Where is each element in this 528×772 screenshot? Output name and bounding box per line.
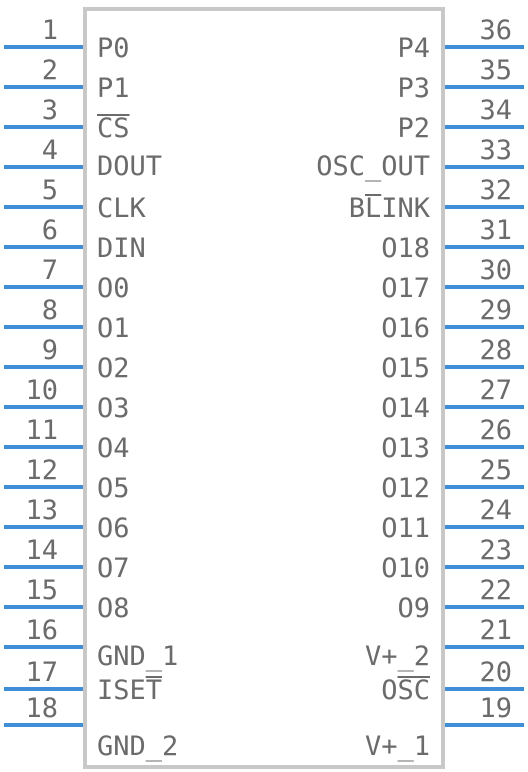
pin-number: 36: [479, 15, 512, 46]
pin-label: ISET: [97, 675, 162, 706]
pin-label: V+_1: [365, 731, 430, 762]
pin-number: 10: [25, 375, 58, 406]
pin-label: P4: [397, 33, 430, 64]
pin-number: 35: [479, 55, 512, 86]
pin-label: O5: [97, 473, 130, 504]
pin-label: O2: [97, 353, 130, 384]
pin-number: 23: [479, 535, 512, 566]
pin-label: CS: [97, 113, 130, 144]
pin-label: O1: [97, 313, 130, 344]
pin-label: DOUT: [97, 151, 162, 182]
pin-label: P1: [97, 73, 130, 104]
pin-number: 27: [479, 375, 512, 406]
pin-label: P3: [397, 73, 430, 104]
pin-number: 25: [479, 455, 512, 486]
pin-label: OSC_OUT: [316, 151, 430, 182]
pin-number: 31: [479, 215, 512, 246]
pin-number: 32: [479, 175, 512, 206]
pin-number: 2: [42, 55, 58, 86]
pin-label: CLK: [97, 193, 147, 224]
pin-label: O9: [397, 593, 430, 624]
pin-label: O8: [97, 593, 130, 624]
pin-number: 15: [25, 575, 58, 606]
pin-5: 5 CLK: [4, 175, 147, 224]
pin-label: O15: [381, 353, 430, 384]
pin-label: O12: [381, 473, 430, 504]
pin-label: O4: [97, 433, 130, 464]
pin-label: O13: [381, 433, 430, 464]
pin-number: 8: [42, 295, 58, 326]
pin-number: 12: [25, 455, 58, 486]
pin-number: 18: [25, 693, 58, 724]
pin-number: 21: [479, 615, 512, 646]
pin-number: 3: [42, 95, 58, 126]
pin-label: O14: [381, 393, 430, 424]
pin-label: O0: [97, 273, 130, 304]
pin-label: O3: [97, 393, 130, 424]
pin-number: 14: [25, 535, 58, 566]
pin-number: 11: [25, 415, 58, 446]
right-pin-group: 36 P4 35 P3 34 P2 33 OSC_OUT 32 BLINK 31 O18 30 O17 29…: [316, 15, 524, 762]
pin-label: O6: [97, 513, 130, 544]
pin-number: 33: [479, 135, 512, 166]
pin-label: OSC: [381, 675, 430, 706]
pin-label: GND_2: [97, 731, 178, 762]
pin-label: P2: [397, 113, 430, 144]
pin-number: 7: [42, 255, 58, 286]
pin-label: O7: [97, 553, 130, 584]
pin-number: 22: [479, 575, 512, 606]
ic-schematic-symbol: 1 P0 2 P1 3 CS 4 DOUT 5 CLK 6 DIN 7 O0 8 O1 9 O2 10 O3 11 O4 1…: [4, 7, 524, 769]
pin-number: 34: [479, 95, 512, 126]
pin-label: P0: [97, 33, 130, 64]
pin-number: 9: [42, 335, 58, 366]
pin-label: O18: [381, 233, 430, 264]
pin-number: 24: [479, 495, 512, 526]
pin-number: 29: [479, 295, 512, 326]
pin-label: O10: [381, 553, 430, 584]
left-pin-group: 1 P0 2 P1 3 CS 4 DOUT 5 CLK 6 DIN 7 O0 8 O1 9 O2 10 O3 11 O4 1…: [4, 15, 178, 762]
pin-number: 1: [42, 15, 58, 46]
pin-label: GND_1: [97, 641, 178, 672]
pin-number: 6: [42, 215, 58, 246]
pin-number: 13: [25, 495, 58, 526]
pin-number: 17: [25, 657, 58, 688]
pin-1: 1 P0: [4, 15, 130, 64]
pin-number: 20: [479, 657, 512, 688]
pin-number: 28: [479, 335, 512, 366]
pin-label: O17: [381, 273, 430, 304]
pin-label: BLINK: [349, 193, 431, 224]
pin-label: O11: [381, 513, 430, 544]
pin-number: 19: [479, 693, 512, 724]
pin-label: DIN: [97, 233, 146, 264]
pin-label: O16: [381, 313, 430, 344]
pin-number: 26: [479, 415, 512, 446]
pin-number: 5: [42, 175, 58, 206]
pin-number: 4: [42, 135, 58, 166]
pin-number: 16: [25, 615, 58, 646]
pin-number: 30: [479, 255, 512, 286]
pin-label: V+_2: [365, 641, 430, 672]
